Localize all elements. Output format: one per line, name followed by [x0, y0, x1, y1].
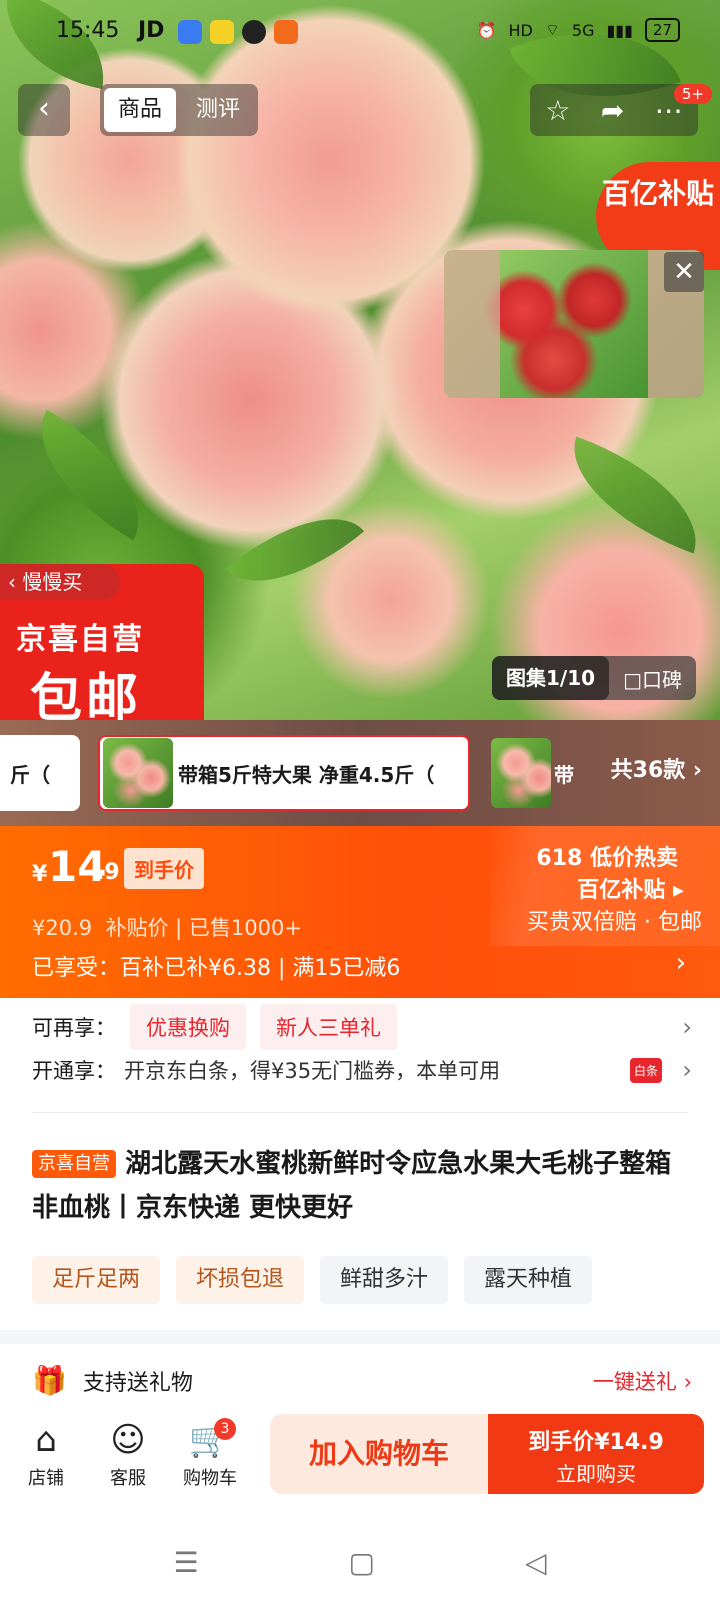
price-banner: ¥ 14 .9 到手价 ¥20.9 补贴价 | 已售1000+ 已享受：百补已补… [0, 826, 720, 998]
cart-label: 购物车 [183, 1468, 237, 1489]
battery-icon: 27 [644, 18, 680, 42]
wifi-icon: ⌔ [544, 20, 560, 39]
promo-618: 618 低价热卖 [536, 846, 678, 871]
cart-button[interactable]: 🛒 3 购物车 [170, 1418, 250, 1490]
gift-icon: 🎁 [32, 1364, 67, 1397]
gift-label: 支持送礼物 [82, 1370, 193, 1396]
back-button[interactable]: ‹ [18, 84, 70, 136]
store-icon: ⌂ [35, 1420, 57, 1460]
chevron-right-icon[interactable]: › [682, 1013, 692, 1041]
cart-count-badge: 3 [214, 1418, 236, 1440]
open-label: 开通享： [32, 1059, 116, 1083]
back-icon[interactable]: ◁ [525, 1546, 547, 1612]
cart-icon: 🛒 [188, 1420, 232, 1460]
variant-chip-selected[interactable]: 带箱5斤特大果 净重4.5斤（ [98, 735, 470, 811]
product-tag: 坏损包退 [176, 1256, 305, 1304]
wechat-icon [242, 20, 266, 44]
variant-chip[interactable]: 斤（ [0, 735, 80, 811]
system-nav-bar: ☰ ▢ ◁ [0, 1530, 720, 1612]
product-tag: 露天种植 [464, 1256, 593, 1304]
price-tag: 到手价 [124, 848, 204, 889]
baitiao-row[interactable]: 开通享： 开京东白条，得¥35无门槛券，本单可用 白条 › [32, 1050, 692, 1090]
status-app-label: JD [138, 18, 165, 43]
more-offers-row[interactable]: 可再享： 优惠换购 新人三单礼 › [32, 1004, 692, 1050]
baitiao-icon: 白条 [629, 1057, 662, 1083]
service-label: 客服 [110, 1468, 146, 1489]
favorite-star-icon[interactable]: ☆ [545, 94, 570, 127]
buy-now-price: 到手价¥14.9 [528, 1430, 664, 1455]
variant-chip[interactable]: 带 [488, 735, 574, 811]
promo-guarantee: 买贵双倍赔 · 包邮 [527, 910, 702, 935]
more-offers-label: 可再享： [32, 1016, 116, 1040]
product-title-text: 湖北露天水蜜桃新鲜时令应急水果大毛桃子整箱非血桃丨京东快递 更快更好 [32, 1149, 672, 1223]
product-tag: 鲜甜多汁 [320, 1256, 449, 1304]
tab-product[interactable]: 商品 [104, 88, 177, 132]
app-notification-icon [210, 20, 234, 44]
menu-icon[interactable]: ☰ [173, 1546, 198, 1612]
jx-line-1: 京喜自营 [16, 622, 144, 657]
reputation-tab[interactable]: □口碑 [609, 664, 696, 693]
variant-count-button[interactable]: 共36款 › [611, 752, 702, 784]
price-decimal: .9 [96, 860, 120, 885]
offer-chip[interactable]: 优惠换购 [130, 1004, 246, 1050]
share-icon[interactable]: ➦ [601, 94, 624, 127]
product-title: 京喜自营 湖北露天水蜜桃新鲜时令应急水果大毛桃子整箱非血桃丨京东快递 更快更好 [32, 1142, 692, 1230]
add-to-cart-button[interactable]: 加入购物车 [270, 1414, 488, 1494]
buy-now-label: 立即购买 [556, 1462, 636, 1486]
header-actions: ☆ ➦ ⋯ [530, 84, 698, 136]
chevron-right-icon[interactable]: › [682, 1056, 692, 1084]
slow-buy-label: 慢慢买 [22, 570, 83, 594]
gift-row[interactable]: 🎁 支持送礼物 一键送礼 › [32, 1364, 692, 1397]
slow-buy-button[interactable]: ‹ 慢慢买 [0, 564, 120, 600]
variant-thumb [491, 738, 551, 808]
store-button[interactable]: ⌂ 店铺 [6, 1420, 86, 1490]
price-original-line: ¥20.9 补贴价 | 已售1000+ [32, 916, 302, 940]
price-currency: ¥ [32, 862, 48, 887]
alarm-icon: ⏰ [476, 20, 497, 40]
enjoyed-discount[interactable]: 已享受：百补已补¥6.38 | 满15已减6 [32, 950, 400, 982]
header-tabs: 商品 测评 [100, 84, 259, 136]
offer-chip[interactable]: 新人三单礼 [260, 1004, 397, 1050]
variant-thumb [103, 738, 173, 808]
promo-subsidy[interactable]: 百亿补贴 ▸ [577, 872, 684, 904]
product-tags: 足斤足两 坏损包退 鲜甜多汁 露天种植 [32, 1256, 593, 1304]
tab-review[interactable]: 测评 [182, 88, 254, 132]
message-badge: 5+ [673, 84, 712, 104]
app-notification-icon [274, 20, 298, 44]
send-gift-button[interactable]: 一键送礼 › [593, 1366, 692, 1396]
home-icon[interactable]: ▢ [349, 1546, 375, 1612]
hd-icon: HD [508, 20, 533, 40]
status-bar: 15:45 JD ⏰ HD ⌔ 5G ▮▮▮ 27 [0, 0, 720, 64]
gallery-counter[interactable]: 图集1/10 [492, 656, 610, 700]
customer-service-icon: ☺ [110, 1420, 146, 1460]
gallery-switch[interactable]: 图集1/10 □口碑 [492, 656, 696, 700]
service-button[interactable]: ☺ 客服 [88, 1420, 168, 1490]
buy-now-button[interactable]: 到手价¥14.9 立即购买 [488, 1414, 704, 1494]
close-icon[interactable]: ✕ [664, 252, 704, 292]
bottom-action-bar: ⌂ 店铺 ☺ 客服 🛒 3 购物车 加入购物车 到手价¥14.9 立即购买 [0, 1410, 720, 1510]
signal-label: 5G [571, 20, 595, 40]
jx-tag: 京喜自营 [32, 1150, 116, 1178]
app-notification-icon [178, 20, 202, 44]
open-text: 开京东白条，得¥35无门槛券，本单可用 [124, 1059, 501, 1083]
chevron-right-icon[interactable]: › [676, 948, 686, 978]
signal-icon: ▮▮▮ [606, 20, 633, 40]
store-label: 店铺 [28, 1468, 64, 1489]
product-tag: 足斤足两 [32, 1256, 161, 1304]
status-time: 15:45 [56, 18, 120, 43]
